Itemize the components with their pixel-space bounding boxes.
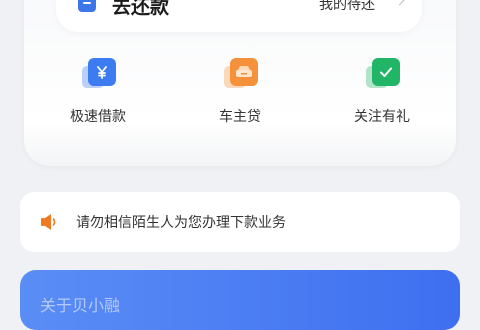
- action-follow-gift[interactable]: 关注有礼: [332, 58, 432, 130]
- yuan-card-icon: [82, 58, 118, 92]
- action-car-loan[interactable]: 车主贷: [190, 58, 290, 130]
- notice-bar: 请勿相信陌生人为您办理下款业务: [20, 192, 460, 252]
- repay-title: 去还款: [112, 0, 170, 18]
- action-label: 极速借款: [70, 109, 126, 125]
- about-banner[interactable]: 关于贝小融: [20, 270, 460, 330]
- action-label: 关注有礼: [354, 109, 410, 125]
- speaker-icon: [38, 212, 58, 232]
- banner-title: 关于贝小融: [40, 296, 121, 315]
- check-card-icon: [366, 58, 402, 92]
- notice-text: 请勿相信陌生人为您办理下款业务: [76, 215, 286, 231]
- car-icon: [224, 58, 260, 92]
- my-pending-link[interactable]: 我的待还: [319, 0, 375, 14]
- chevron-right-icon: [394, 0, 405, 6]
- repay-row[interactable]: 去还款 我的待还: [56, 0, 422, 32]
- repay-doc-icon: [78, 0, 96, 12]
- action-quick-loan[interactable]: 极速借款: [48, 58, 148, 130]
- action-label: 车主贷: [219, 109, 261, 125]
